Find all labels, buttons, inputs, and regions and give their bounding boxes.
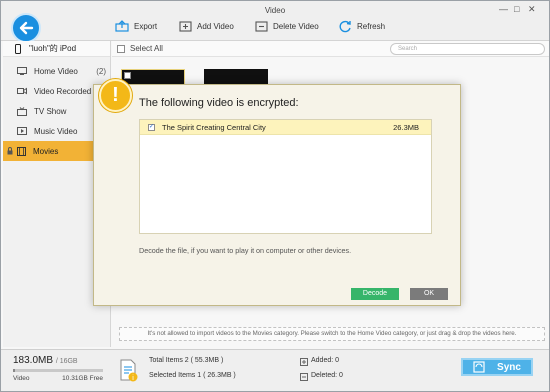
capacity-readout: 183.0MB / 16GB — [13, 355, 78, 366]
export-button[interactable]: Export — [115, 20, 157, 32]
capacity-fill — [13, 369, 15, 372]
capacity-labels: Video 10.31GB Free — [13, 375, 103, 382]
device-selector[interactable]: "luoh"的 iPod — [3, 41, 110, 57]
select-all-label: Select All — [130, 44, 163, 53]
status-footer: 183.0MB / 16GB Video 10.31GB Free i Tota… — [1, 349, 549, 391]
alert-icon: ! — [99, 79, 132, 112]
sync-button[interactable]: Sync — [461, 358, 533, 376]
video-thumbnail[interactable] — [121, 69, 185, 85]
import-hint: It's not allowed to import videos to the… — [119, 327, 545, 341]
used-space: 183.0MB — [13, 355, 54, 366]
close-icon[interactable]: ✕ — [528, 4, 536, 15]
select-all-checkbox[interactable]: Select All — [117, 44, 163, 53]
video-size: 26.3MB — [393, 122, 419, 132]
list-header: Select All Search — [112, 41, 549, 57]
deleted-count: Deleted: 0 — [311, 372, 343, 379]
add-video-label: Add Video — [197, 21, 234, 31]
app-window: Video — □ ✕ Export Add Video Delete Vide… — [0, 0, 550, 392]
refresh-button[interactable]: Refresh — [339, 20, 385, 33]
sidebar-item-label: Movies — [33, 146, 59, 156]
selected-items: Selected Items 1 ( 26.3MB ) — [149, 372, 236, 379]
music-video-icon — [17, 127, 27, 135]
export-icon — [115, 20, 129, 32]
back-arrow-icon — [19, 21, 34, 35]
sidebar-item-label: Home Video — [34, 66, 78, 76]
sync-icon — [473, 361, 485, 373]
list-item[interactable]: ✓ The Spirit Creating Central City 26.3M… — [140, 120, 431, 135]
free-space: 10.31GB Free — [62, 375, 103, 382]
encrypted-video-list: ✓ The Spirit Creating Central City 26.3M… — [139, 119, 432, 234]
delete-video-icon — [255, 21, 268, 32]
sidebar-item-label: TV Show — [34, 106, 67, 116]
decode-button[interactable]: Decode — [351, 288, 399, 300]
added-icon — [300, 358, 308, 366]
dialog-title: The following video is encrypted: — [139, 97, 299, 109]
delete-video-label: Delete Video — [273, 21, 319, 31]
item-count: (2) — [96, 66, 106, 76]
lock-icon — [7, 147, 13, 155]
ipod-icon — [15, 43, 21, 54]
video-thumbnail[interactable] — [204, 69, 268, 85]
file-info-icon: i — [120, 359, 138, 382]
sidebar-item-label: Music Video — [34, 126, 78, 136]
category-label: Video — [13, 375, 30, 382]
sidebar-item-label: Video Recorded — [34, 86, 92, 96]
checkbox-checked-icon[interactable]: ✓ — [148, 123, 155, 131]
maximize-icon[interactable]: □ — [514, 4, 519, 14]
search-input[interactable]: Search — [390, 43, 545, 55]
total-space: / 16GB — [55, 358, 78, 365]
capacity-bar — [13, 369, 103, 372]
refresh-label: Refresh — [357, 22, 386, 31]
toolbar: Video — □ ✕ Export Add Video Delete Vide… — [1, 1, 549, 41]
sync-label: Sync — [497, 361, 521, 373]
add-video-button[interactable]: Add Video — [179, 20, 234, 32]
ok-button[interactable]: OK — [410, 288, 448, 300]
back-button[interactable] — [11, 13, 41, 43]
home-video-icon — [17, 67, 27, 75]
delete-video-button[interactable]: Delete Video — [255, 20, 319, 32]
checkbox-icon — [117, 44, 125, 53]
minimize-icon[interactable]: — — [499, 4, 508, 14]
dialog-description: Decode the file, if you want to play it … — [139, 246, 352, 255]
device-name: "luoh"的 iPod — [29, 44, 77, 53]
add-video-icon — [179, 21, 192, 32]
total-items: Total Items 2 ( 55.3MB ) — [149, 357, 224, 364]
export-label: Export — [134, 21, 158, 31]
refresh-icon — [339, 20, 351, 33]
tv-icon — [17, 106, 27, 116]
deleted-icon — [300, 373, 308, 381]
video-name: The Spirit Creating Central City — [162, 122, 266, 132]
added-count: Added: 0 — [311, 357, 340, 364]
film-icon — [17, 146, 26, 156]
thumbnail-checkbox[interactable] — [124, 72, 131, 79]
sidebar-item-home-video[interactable]: Home Video (2) — [3, 61, 110, 81]
window-title: Video — [264, 6, 286, 15]
camera-icon — [17, 87, 27, 95]
